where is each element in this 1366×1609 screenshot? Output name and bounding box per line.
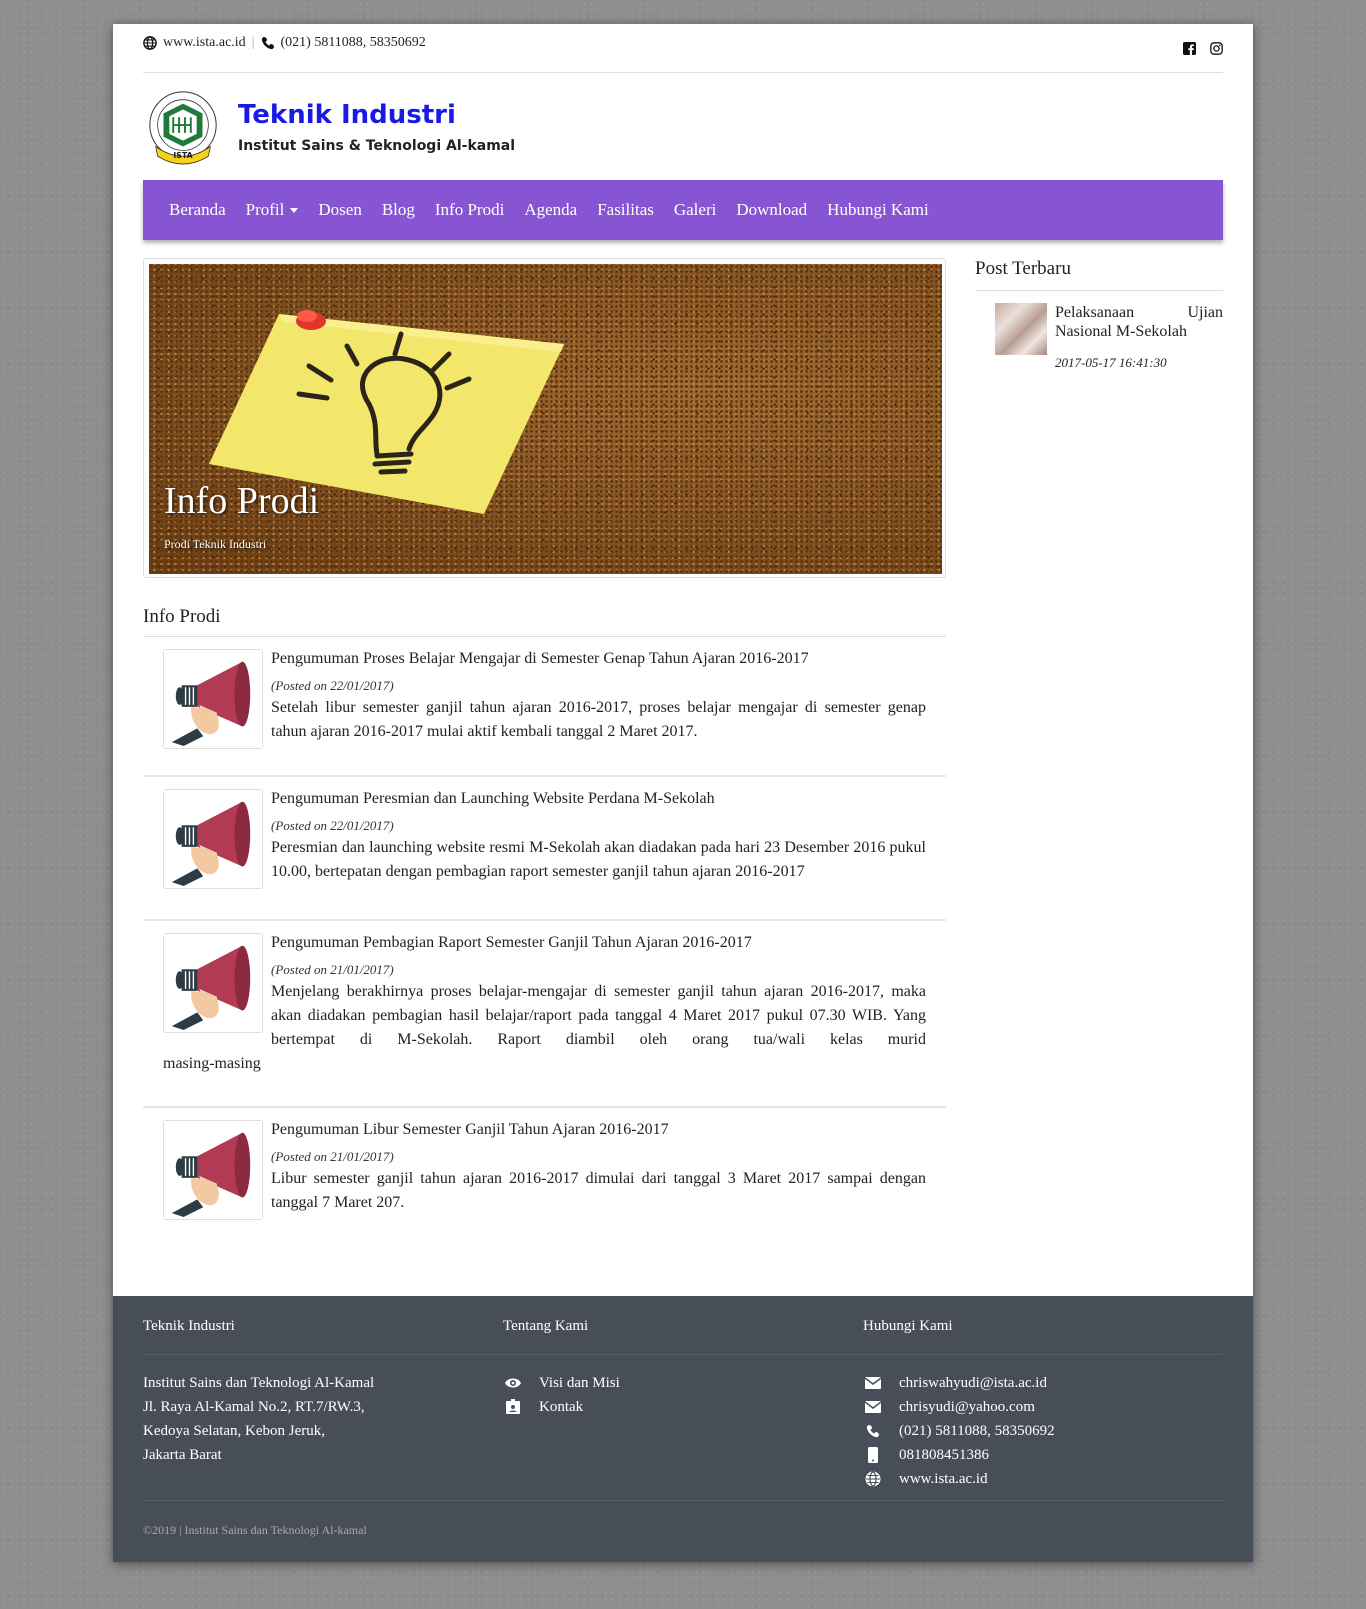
recent-post-title[interactable]: Pelaksanaan Ujian Nasional M-Sekolah (1055, 303, 1223, 341)
footer-contact-label: www.ista.ac.id (899, 1471, 988, 1487)
footer-link-label: Visi dan Misi (539, 1375, 620, 1391)
nav-agenda[interactable]: Agenda (524, 200, 577, 220)
recent-post-date: 2017-05-17 16:41:30 (1055, 355, 1167, 370)
post-date: (Posted on 21/01/2017) (271, 1149, 394, 1164)
post-excerpt: Libur semester ganjil tahun ajaran 2016-… (271, 1170, 926, 1211)
post-title-link[interactable]: Pengumuman Libur Semester Ganjil Tahun A… (271, 1120, 926, 1140)
phone-icon (261, 36, 275, 50)
banner-subtitle: Prodi Teknik Industri (164, 537, 267, 551)
site-subtitle: Institut Sains & Teknologi Al-kamal (238, 137, 516, 154)
footer-phone[interactable]: (021) 5811088, 58350692 (863, 1419, 1223, 1443)
post-excerpt: Setelah libur semester ganjil tahun ajar… (271, 699, 926, 740)
globe-icon (143, 36, 157, 50)
post-excerpt: Peresmian dan launching website resmi M-… (271, 839, 926, 880)
post-item: Pengumuman Peresmian dan Launching Websi… (143, 777, 946, 921)
instagram-icon[interactable] (1210, 41, 1223, 55)
main-column: Info Prodi Prodi Teknik Industri Info Pr… (143, 258, 946, 1246)
post-item: Pengumuman Proses Belajar Mengajar di Se… (143, 637, 946, 777)
post-title-link[interactable]: Pengumuman Peresmian dan Launching Websi… (271, 789, 926, 809)
footer-heading: Tentang Kami (503, 1296, 863, 1355)
id-card-icon (503, 1399, 523, 1415)
footer-link-visi-misi[interactable]: Visi dan Misi (503, 1371, 863, 1395)
recent-post-thumbnail[interactable] (995, 303, 1047, 355)
banner-caption: Info Prodi Prodi Teknik Industri (164, 479, 319, 552)
footer-address-line: Kedoya Selatan, Kebon Jeruk, (143, 1423, 326, 1439)
banner: Info Prodi Prodi Teknik Industri (143, 258, 946, 578)
topbar-separator: | (251, 35, 255, 50)
footer-address-line: Jakarta Barat (143, 1447, 222, 1463)
nav-hubungi-kami[interactable]: Hubungi Kami (827, 200, 929, 220)
footer-mobile[interactable]: 081808451386 (863, 1443, 1223, 1467)
eye-icon (503, 1377, 523, 1389)
post-item: Pengumuman Pembagian Raport Semester Gan… (143, 921, 946, 1108)
envelope-icon (863, 1401, 883, 1413)
post-date: (Posted on 22/01/2017) (271, 678, 394, 693)
footer-contact-label: chrisyudi@yahoo.com (899, 1399, 1035, 1415)
footer-col-about: Teknik Industri Institut Sains dan Tekno… (143, 1296, 503, 1500)
banner-image: Info Prodi Prodi Teknik Industri (149, 264, 942, 574)
footer-website[interactable]: www.ista.ac.id (863, 1467, 1223, 1491)
footer-col-contact: Hubungi Kami chriswahyudi@ista.ac.id chr… (863, 1296, 1223, 1500)
post-date: (Posted on 21/01/2017) (271, 962, 394, 977)
footer-heading: Hubungi Kami (863, 1296, 1223, 1355)
megaphone-icon[interactable] (163, 649, 263, 749)
nav-info-prodi[interactable]: Info Prodi (435, 200, 504, 220)
footer-heading: Teknik Industri (143, 1296, 503, 1355)
nav-blog[interactable]: Blog (382, 200, 415, 220)
phone-icon (863, 1424, 883, 1438)
footer-contact-label: (021) 5811088, 58350692 (899, 1423, 1055, 1439)
megaphone-icon[interactable] (163, 789, 263, 889)
page-container: www.ista.ac.id | (021) 5811088, 58350692 (113, 24, 1253, 1562)
topbar-phone: (021) 5811088, 58350692 (280, 35, 426, 50)
banner-title: Info Prodi (164, 480, 320, 522)
footer-link-kontak[interactable]: Kontak (503, 1395, 863, 1419)
caret-down-icon (290, 207, 299, 213)
logo-text: ISTA (173, 151, 192, 160)
post-item: Pengumuman Libur Semester Ganjil Tahun A… (143, 1108, 946, 1246)
nav-fasilitas[interactable]: Fasilitas (597, 200, 654, 220)
footer-address-line: Institut Sains dan Teknologi Al-Kamal (143, 1375, 375, 1391)
footer-email-2[interactable]: chrisyudi@yahoo.com (863, 1395, 1223, 1419)
site-header: ISTA Teknik Industri Institut Sains & Te… (143, 73, 1223, 180)
nav-galeri[interactable]: Galeri (674, 200, 716, 220)
mobile-icon (863, 1447, 883, 1463)
site-footer: Teknik Industri Institut Sains dan Tekno… (113, 1296, 1253, 1562)
nav-profil-label: Profil (245, 200, 285, 219)
copyright: ©2019 | Institut Sains dan Teknologi Al-… (143, 1523, 367, 1537)
facebook-icon[interactable] (1183, 41, 1196, 55)
footer-email-1[interactable]: chriswahyudi@ista.ac.id (863, 1371, 1223, 1395)
megaphone-icon[interactable] (163, 1120, 263, 1220)
globe-icon (863, 1471, 883, 1487)
post-excerpt-continued: masing-masing (163, 1055, 261, 1072)
footer-link-label: Kontak (539, 1399, 584, 1415)
site-title[interactable]: Teknik Industri (238, 100, 515, 130)
post-title-link[interactable]: Pengumuman Pembagian Raport Semester Gan… (271, 933, 926, 953)
nav-dosen[interactable]: Dosen (318, 200, 361, 220)
main-navigation: Beranda Profil Dosen Blog Info Prodi Age… (143, 180, 1223, 240)
recent-post-item[interactable]: Pelaksanaan Ujian Nasional M-Sekolah 201… (975, 291, 1223, 371)
footer-contact-label: chriswahyudi@ista.ac.id (899, 1375, 1047, 1391)
post-title-link[interactable]: Pengumuman Proses Belajar Mengajar di Se… (271, 649, 926, 669)
post-date: (Posted on 22/01/2017) (271, 818, 394, 833)
ista-logo[interactable]: ISTA (144, 88, 222, 166)
footer-contact-label: 081808451386 (899, 1447, 989, 1463)
envelope-icon (863, 1377, 883, 1389)
nav-download[interactable]: Download (736, 200, 807, 220)
section-title: Info Prodi (143, 606, 946, 637)
megaphone-icon[interactable] (163, 933, 263, 1033)
topbar: www.ista.ac.id | (021) 5811088, 58350692 (143, 24, 1223, 73)
nav-beranda[interactable]: Beranda (169, 200, 226, 220)
footer-col-tentang: Tentang Kami Visi dan Misi Kontak (503, 1296, 863, 1500)
sidebar-title: Post Terbaru (975, 258, 1223, 291)
post-excerpt: Menjelang berakhirnya proses belajar-men… (271, 983, 926, 1048)
sidebar: Post Terbaru Pelaksanaan Ujian Nasional … (975, 258, 1223, 1246)
footer-address-line: Jl. Raya Al-Kamal No.2, RT.7/RW.3, (143, 1399, 365, 1415)
nav-profil[interactable]: Profil (246, 200, 299, 220)
topbar-website-link[interactable]: www.ista.ac.id (163, 35, 246, 51)
